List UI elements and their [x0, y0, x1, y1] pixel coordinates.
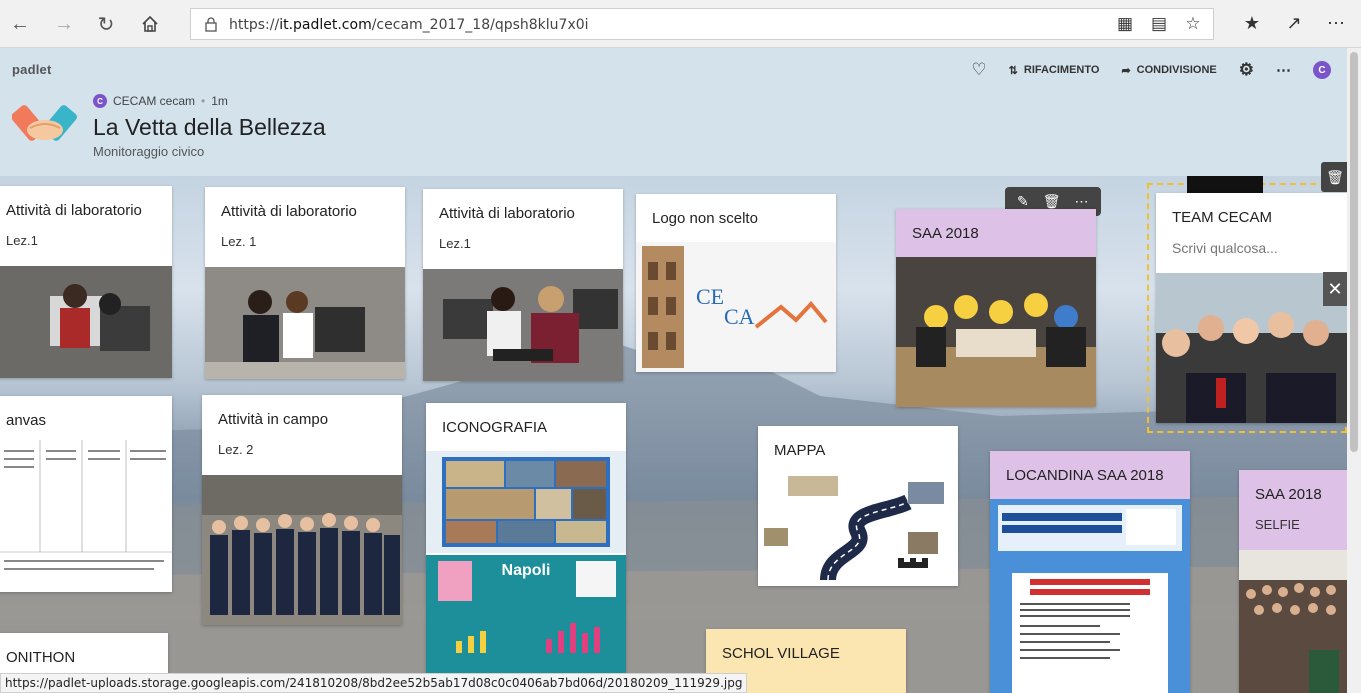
card-photo[interactable]	[1156, 273, 1347, 423]
remake-icon: ⇅	[1008, 64, 1018, 77]
card-logo-non-scelto[interactable]: Logo non scelto CE CA	[636, 194, 836, 372]
author-name: CECAM cecam	[113, 94, 196, 108]
more-menu-icon[interactable]: ⋯	[1325, 12, 1347, 34]
address-bar[interactable]: https://it.padlet.com/cecam_2017_18/qpsh…	[190, 8, 1214, 40]
more-ellipsis-icon[interactable]: ⋯	[1075, 193, 1089, 210]
card-title: anvas	[6, 412, 47, 429]
share-button[interactable]: ➦ CONDIVISIONE	[1121, 64, 1216, 77]
card-title: Attività di laboratorio	[221, 203, 357, 220]
card-title: SAA 2018	[1255, 486, 1322, 503]
reading-view-icon[interactable]: ▤	[1149, 14, 1169, 34]
page-subtitle: Monitoraggio civico	[93, 144, 205, 159]
card-title: SAA 2018	[912, 225, 979, 242]
forward-icon[interactable]: →	[50, 10, 78, 38]
padlet-logo	[11, 98, 78, 158]
card-photo[interactable]	[0, 266, 172, 378]
card-title: ONITHON	[6, 649, 76, 666]
card-locandina-saa-2018[interactable]: LOCANDINA SAA 2018	[990, 451, 1190, 693]
browser-status-url: https://padlet-uploads.storage.googleapi…	[0, 673, 748, 693]
like-button[interactable]: ♡	[971, 60, 986, 80]
card-lab-2[interactable]: Attività di laboratorio Lez. 1	[205, 187, 405, 379]
card-body: SELFIE	[1255, 517, 1300, 532]
card-lab-1[interactable]: Attività di laboratorio Lez.1	[0, 186, 172, 378]
favorite-star-icon[interactable]: ☆	[1183, 14, 1203, 34]
card-body: Lez. 1	[221, 234, 257, 249]
card-photo[interactable]	[205, 267, 405, 379]
gear-icon: ⚙	[1238, 60, 1254, 79]
card-title: Attività di laboratorio	[439, 205, 575, 222]
refresh-icon[interactable]: ↻	[92, 10, 120, 38]
card-canvas[interactable]: anvas	[0, 396, 172, 592]
card-photo[interactable]	[1239, 550, 1347, 693]
browser-toolbar: ← → ↻ https://it.padlet.com/cecam_2017_1…	[0, 0, 1361, 48]
card-attivita-in-campo[interactable]: Attività in campo Lez. 2	[202, 395, 402, 625]
close-icon[interactable]: ✕	[1323, 272, 1347, 306]
card-body: Lez. 2	[218, 442, 254, 457]
card-saa-2018[interactable]: SAA 2018	[896, 209, 1096, 407]
settings-button[interactable]: ⚙	[1239, 60, 1254, 80]
card-title: ICONOGRAFIA	[442, 419, 548, 436]
time-ago: 1m	[211, 94, 228, 108]
card-map-image[interactable]	[758, 472, 958, 586]
card-document-image[interactable]	[0, 440, 172, 592]
remake-button[interactable]: ⇅ RIFACIMENTO	[1009, 64, 1100, 77]
share-icon[interactable]: ↗	[1283, 12, 1305, 34]
card-photo[interactable]	[896, 257, 1096, 407]
more-options-button[interactable]: ⋯	[1276, 61, 1291, 79]
card-title: Attività in campo	[218, 411, 329, 428]
page-title[interactable]: La Vetta della Bellezza	[93, 114, 326, 141]
card-mappa[interactable]: MAPPA	[758, 426, 958, 586]
card-body: Lez.1	[6, 233, 38, 248]
share-arrow-icon: ➦	[1121, 64, 1131, 77]
card-photo[interactable]	[202, 475, 402, 625]
card-iconografia[interactable]: ICONOGRAFIA Napoli	[426, 403, 626, 673]
card-poster-image[interactable]	[990, 499, 1190, 693]
card-placeholder[interactable]: Scrivi qualcosa...	[1156, 226, 1347, 256]
card-title: MAPPA	[774, 442, 826, 459]
card-title: Attività di laboratorio	[6, 202, 142, 219]
ellipsis-icon: ⋯	[1276, 62, 1291, 79]
user-avatar[interactable]: C	[1313, 61, 1331, 79]
selection-trash-icon[interactable]: 🗑	[1321, 162, 1349, 192]
card-team-cecam[interactable]: TEAM CECAM Scrivi qualcosa...	[1156, 193, 1347, 423]
padlet-header: padlet ♡ ⇅ RIFACIMENTO ➦ CONDIVISIONE ⚙ ⋯ …	[0, 48, 1347, 176]
card-title: SCHOL VILLAGE	[722, 645, 840, 662]
card-title: Logo non scelto	[652, 210, 758, 227]
padlet-brand[interactable]: padlet	[12, 62, 51, 77]
svg-text:CA: CA	[724, 304, 755, 329]
back-icon[interactable]: ←	[6, 10, 34, 38]
edit-pencil-icon[interactable]: ✎	[1017, 193, 1029, 210]
card-title: TEAM CECAM	[1172, 209, 1273, 226]
delete-trash-icon[interactable]: 🗑	[1043, 193, 1061, 210]
lock-icon	[203, 16, 219, 32]
url-text: https://it.padlet.com/cecam_2017_18/qpsh…	[229, 17, 589, 33]
heart-icon: ♡	[971, 60, 987, 79]
card-lab-3[interactable]: Attività di laboratorio Lez.1	[423, 189, 623, 381]
author-avatar: C	[93, 94, 107, 108]
card-photo[interactable]	[423, 269, 623, 381]
favorites-list-icon[interactable]: ★	[1241, 12, 1263, 34]
card-body: Lez.1	[439, 236, 471, 251]
card-saa-2018-selfie[interactable]: SAA 2018 SELFIE	[1239, 470, 1347, 693]
card-logo-image[interactable]: CE CA	[636, 242, 836, 372]
page-scrollbar[interactable]	[1347, 48, 1361, 693]
card-infographic[interactable]: Napoli	[426, 451, 626, 673]
extension-icon[interactable]: ▦	[1115, 14, 1135, 34]
scrollbar-thumb[interactable]	[1350, 52, 1358, 452]
svg-text:CE: CE	[696, 284, 724, 309]
home-icon[interactable]	[136, 10, 164, 38]
svg-text:Napoli: Napoli	[502, 562, 551, 579]
card-title: LOCANDINA SAA 2018	[1006, 467, 1164, 484]
